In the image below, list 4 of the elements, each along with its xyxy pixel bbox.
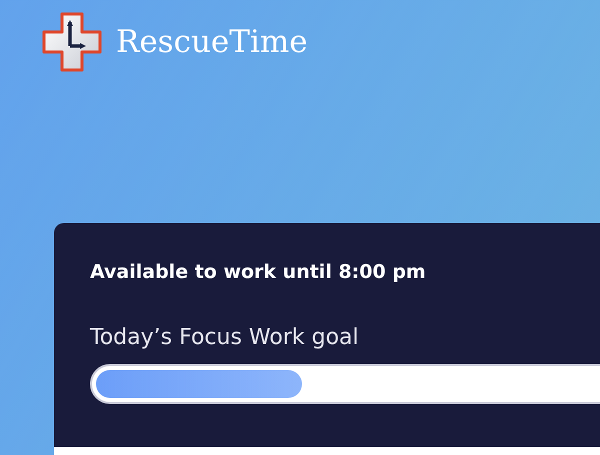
- logo-icon: [42, 12, 102, 72]
- brand-name: RescueTime: [116, 24, 308, 60]
- goal-label: Today’s Focus Work goal: [90, 325, 360, 350]
- availability-heading: Available to work until 8:00 pm: [90, 261, 427, 283]
